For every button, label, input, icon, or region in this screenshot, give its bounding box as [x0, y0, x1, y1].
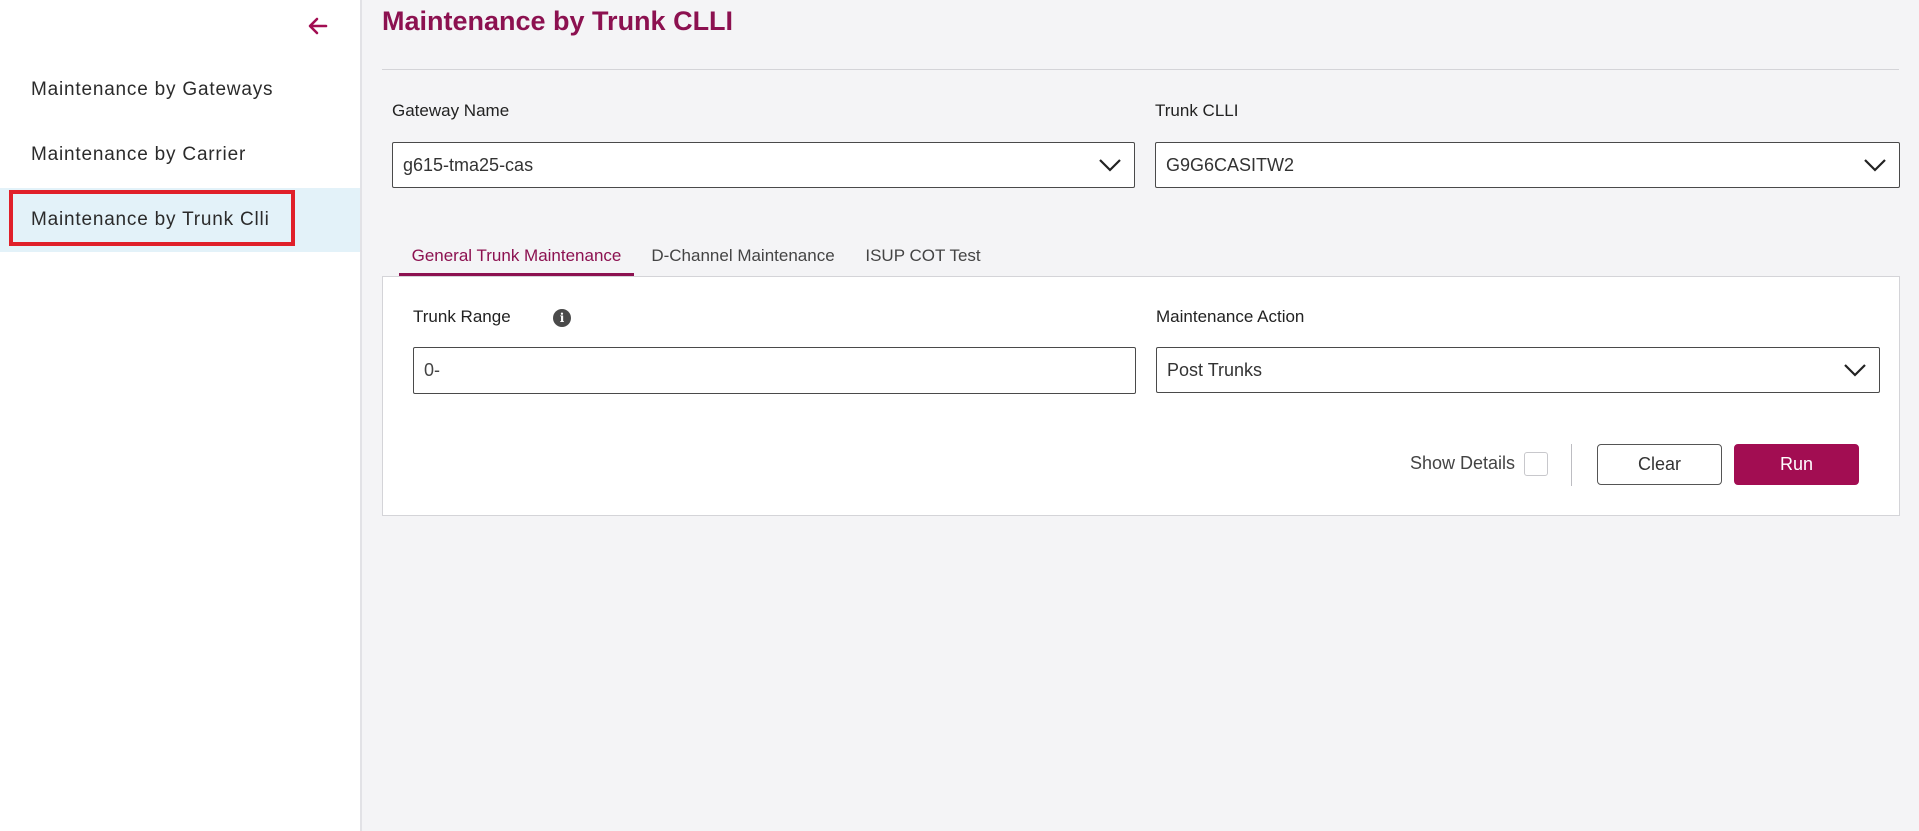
tab-label: D-Channel Maintenance	[651, 246, 835, 265]
chevron-down-icon	[1864, 159, 1886, 172]
trunk-range-input[interactable]	[413, 347, 1136, 394]
tab-general-trunk-maintenance[interactable]: General Trunk Maintenance	[399, 236, 634, 276]
page-title: Maintenance by Trunk CLLI	[382, 6, 734, 36]
trunk-clli-select[interactable]: G9G6CASITW2	[1155, 142, 1900, 188]
trunk-range-label: Trunk Range	[413, 307, 511, 326]
trunk-clli-label: Trunk CLLI	[1155, 101, 1239, 120]
sidebar: Maintenance by Gateways Maintenance by C…	[0, 0, 362, 831]
collapse-sidebar-button[interactable]	[302, 10, 334, 42]
sidebar-item-label: Maintenance by Trunk Clli	[31, 209, 270, 230]
tab-label: General Trunk Maintenance	[411, 246, 622, 265]
chevron-down-icon	[1844, 364, 1866, 377]
maintenance-action-value: Post Trunks	[1167, 359, 1263, 380]
gateway-name-select[interactable]: g615-tma25-cas	[392, 142, 1135, 188]
clear-button[interactable]: Clear	[1597, 444, 1722, 485]
title-divider	[382, 69, 1899, 70]
tab-isup-cot-test[interactable]: ISUP COT Test	[859, 236, 987, 276]
trunk-clli-value: G9G6CASITW2	[1166, 154, 1295, 175]
arrow-left-icon	[308, 17, 328, 35]
show-details-label: Show Details	[1410, 453, 1516, 473]
sidebar-item-trunk-clli[interactable]: Maintenance by Trunk Clli	[0, 188, 360, 252]
sidebar-item-gateways[interactable]: Maintenance by Gateways	[0, 58, 360, 122]
sidebar-item-label: Maintenance by Gateways	[31, 79, 274, 100]
sidebar-item-label: Maintenance by Carrier	[31, 144, 247, 165]
tab-d-channel-maintenance[interactable]: D-Channel Maintenance	[643, 236, 843, 276]
info-icon[interactable]: i	[553, 309, 571, 327]
gateway-name-value: g615-tma25-cas	[403, 154, 534, 175]
run-button[interactable]: Run	[1734, 444, 1859, 485]
sidebar-item-carrier[interactable]: Maintenance by Carrier	[0, 123, 360, 187]
clear-button-label: Clear	[1637, 454, 1681, 474]
gateway-name-label: Gateway Name	[392, 101, 510, 120]
chevron-down-icon	[1099, 159, 1121, 172]
main-content: Maintenance by Trunk CLLI Gateway Name g…	[362, 0, 1919, 831]
tab-label: ISUP COT Test	[865, 246, 981, 265]
show-details-checkbox[interactable]	[1524, 452, 1548, 476]
maintenance-panel: Trunk Range i Maintenance Action Post Tr…	[382, 276, 1900, 516]
maintenance-action-label: Maintenance Action	[1156, 307, 1305, 326]
run-button-label: Run	[1779, 454, 1814, 474]
maintenance-action-select[interactable]: Post Trunks	[1156, 347, 1880, 393]
action-divider	[1571, 444, 1572, 486]
